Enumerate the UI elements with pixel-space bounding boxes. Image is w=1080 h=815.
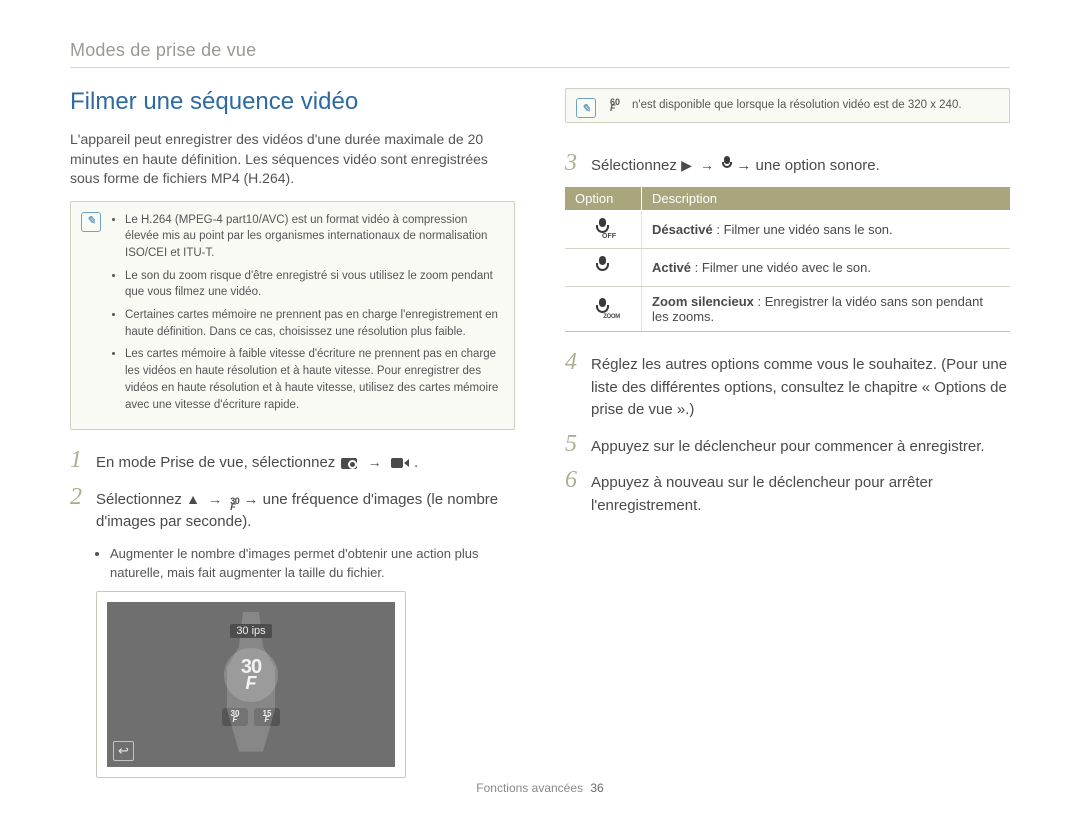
table-head-description: Description xyxy=(642,187,1011,211)
step-text: Appuyez sur le déclencheur pour commence… xyxy=(591,436,985,459)
mic-zoom-icon xyxy=(722,156,732,170)
step-text: En mode Prise de vue, sélectionnez xyxy=(96,454,339,471)
page-title: Filmer une séquence vidéo xyxy=(70,88,515,116)
intro-text: L'appareil peut enregistrer des vidéos d… xyxy=(70,130,515,189)
step-3: 3 Sélectionnez ▶ → → une option sonore. xyxy=(565,151,1010,178)
up-arrow-icon: ▲ xyxy=(186,491,200,507)
footer-section: Fonctions avancées xyxy=(476,781,583,795)
back-icon: ↩ xyxy=(113,741,134,761)
step-2-sub: Augmenter le nombre d'images permet d'ob… xyxy=(96,544,515,583)
mic-off-icon: OFF xyxy=(594,218,612,238)
fps-60-icon: 60F xyxy=(610,99,620,112)
sixty-fps-note: ✎ 60F n'est disponible que lorsque la ré… xyxy=(565,88,1010,123)
mic-on-icon xyxy=(594,256,612,276)
info-bullet: Certaines cartes mémoire ne prennent pas… xyxy=(125,307,500,340)
step-number: 1 xyxy=(70,448,86,472)
info-bullet: Le son du zoom risque d'être enregistré … xyxy=(125,268,500,301)
step-text: . xyxy=(414,454,418,471)
note-icon: ✎ xyxy=(576,98,596,118)
step-text: Sélectionnez xyxy=(591,157,681,174)
lcd-preview: 30 ips 30 F 30F 15F xyxy=(107,602,395,767)
fps-tooltip: 30 ips xyxy=(230,624,271,638)
lcd-preview-frame: 30 ips 30 F 30F 15F xyxy=(96,591,406,778)
info-note: ✎ Le H.264 (MPEG-4 part10/AVC) est un fo… xyxy=(70,201,515,430)
step-6: 6 Appuyez à nouveau sur le déclencheur p… xyxy=(565,468,1010,517)
table-row: Activé : Filmer une vidéo avec le son. xyxy=(565,249,1010,287)
step-4: 4 Réglez les autres options comme vous l… xyxy=(565,350,1010,422)
breadcrumb: Modes de prise de vue xyxy=(70,40,1010,68)
step-2: 2 Sélectionnez ▲ → 30F → une fréquence d… xyxy=(70,485,515,534)
step-number: 4 xyxy=(565,350,581,374)
table-row: OFF Désactivé : Filmer une vidéo sans le… xyxy=(565,211,1010,249)
manual-page: Modes de prise de vue Filmer une séquenc… xyxy=(0,0,1080,815)
step-text: Appuyez à nouveau sur le déclencheur pou… xyxy=(591,472,1010,517)
arrow-icon: → xyxy=(696,157,718,173)
page-footer: Fonctions avancées 36 xyxy=(0,781,1080,795)
sound-options-table: Option Description OFF Désactivé : Filme… xyxy=(565,187,1010,332)
right-arrow-icon: ▶ xyxy=(681,157,692,173)
mic-zoom-icon: ZOOM xyxy=(594,298,612,318)
opt-desc: Filmer une vidéo avec le son. xyxy=(702,260,871,275)
opt-name: Zoom silencieux xyxy=(652,294,754,309)
right-column: ✎ 60F n'est disponible que lorsque la ré… xyxy=(565,88,1010,778)
info-bullets: Le H.264 (MPEG-4 part10/AVC) est un form… xyxy=(111,212,500,413)
arrow-icon: → xyxy=(204,491,226,507)
arrow-icon: → xyxy=(364,454,386,470)
opt-desc: Filmer une vidéo sans le son. xyxy=(724,222,893,237)
info-bullet: Les cartes mémoire à faible vitesse d'éc… xyxy=(125,346,500,413)
opt-name: Activé xyxy=(652,260,691,275)
step-5: 5 Appuyez sur le déclencheur pour commen… xyxy=(565,432,1010,459)
step-number: 3 xyxy=(565,151,581,175)
step-1: 1 En mode Prise de vue, sélectionnez → . xyxy=(70,448,515,475)
note-icon: ✎ xyxy=(81,212,101,232)
left-column: Filmer une séquence vidéo L'appareil peu… xyxy=(70,88,515,778)
step-text: Réglez les autres options comme vous le … xyxy=(591,354,1010,422)
fps-30-icon: 30F xyxy=(230,498,239,511)
table-head-option: Option xyxy=(565,187,642,211)
video-mode-icon xyxy=(391,456,409,470)
info-bullet: Le H.264 (MPEG-4 part10/AVC) est un form… xyxy=(125,212,500,262)
step-number: 2 xyxy=(70,485,86,509)
footer-page-number: 36 xyxy=(590,781,603,795)
step-sub-bullet: Augmenter le nombre d'images permet d'ob… xyxy=(110,544,515,583)
table-row: ZOOM Zoom silencieux : Enregistrer la vi… xyxy=(565,287,1010,332)
step-number: 6 xyxy=(565,468,581,492)
step-number: 5 xyxy=(565,432,581,456)
step-text: → une option sonore. xyxy=(736,157,879,174)
sixty-note-text: n'est disponible que lorsque la résoluti… xyxy=(632,99,962,111)
opt-name: Désactivé xyxy=(652,222,713,237)
camera-mode-icon xyxy=(340,456,358,470)
step-text: Sélectionnez xyxy=(96,491,186,508)
